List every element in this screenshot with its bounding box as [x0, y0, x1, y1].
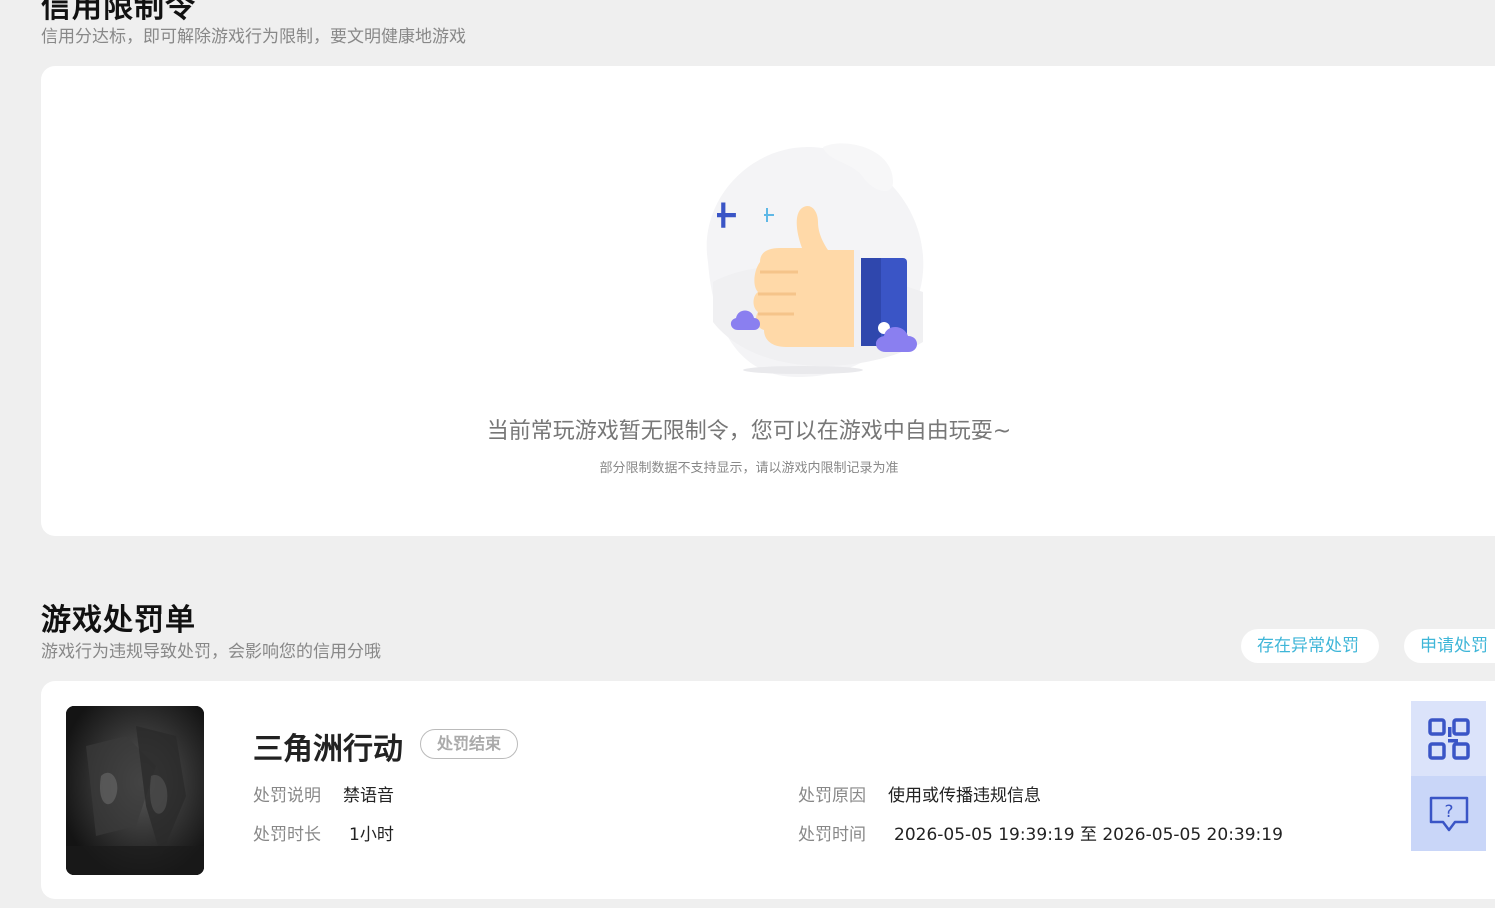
empty-state-note: 部分限制数据不支持显示，请以游戏内限制记录为准	[599, 461, 899, 476]
penalty-time-value: 2026-05-05 19:39:19 至 2026-05-05 20:39:1…	[894, 825, 1283, 845]
penalty-desc-value: 禁语音	[343, 786, 394, 806]
qr-code-button[interactable]	[1411, 701, 1486, 776]
penalty-duration-label: 处罚时长	[253, 825, 321, 845]
appeal-penalty-button[interactable]: 申请处罚	[1404, 629, 1495, 663]
penalty-reason-value: 使用或传播违规信息	[888, 786, 1041, 806]
help-button[interactable]: ?	[1411, 776, 1486, 851]
penalty-reason-label: 处罚原因	[798, 786, 866, 806]
penalty-record-card[interactable]: 三角洲行动 处罚结束 处罚说明 禁语音 处罚原因 使用或传播违规信息 处罚时长 …	[41, 681, 1495, 899]
abnormal-penalty-button[interactable]: 存在异常处罚	[1241, 629, 1379, 663]
penalty-duration-value: 1小时	[349, 825, 394, 845]
status-badge: 处罚结束	[420, 729, 519, 759]
game-cover-image	[66, 706, 204, 875]
credit-section-subtitle: 信用分达标，即可解除游戏行为限制，要文明健康地游戏	[41, 27, 466, 47]
thumbs-up-icon	[706, 143, 924, 377]
floating-toolbar: ?	[1411, 701, 1486, 851]
game-title: 三角洲行动	[253, 732, 403, 767]
penalty-section-title: 游戏处罚单	[41, 603, 196, 638]
empty-state-message: 当前常玩游戏暂无限制令，您可以在游戏中自由玩耍~	[486, 419, 1012, 444]
penalty-time-label: 处罚时间	[798, 825, 866, 845]
restriction-card: 当前常玩游戏暂无限制令，您可以在游戏中自由玩耍~ 部分限制数据不支持显示，请以游…	[41, 66, 1495, 536]
qr-code-icon	[1427, 717, 1470, 760]
help-chat-icon: ?	[1429, 796, 1468, 831]
svg-text:?: ?	[1444, 802, 1453, 822]
penalty-section-subtitle: 游戏行为违规导致处罚，会影响您的信用分哦	[41, 642, 381, 662]
page: 信用限制令 信用分达标，即可解除游戏行为限制，要文明健康地游戏 当前常玩游戏暂无…	[0, 0, 1495, 908]
penalty-desc-label: 处罚说明	[253, 786, 321, 806]
